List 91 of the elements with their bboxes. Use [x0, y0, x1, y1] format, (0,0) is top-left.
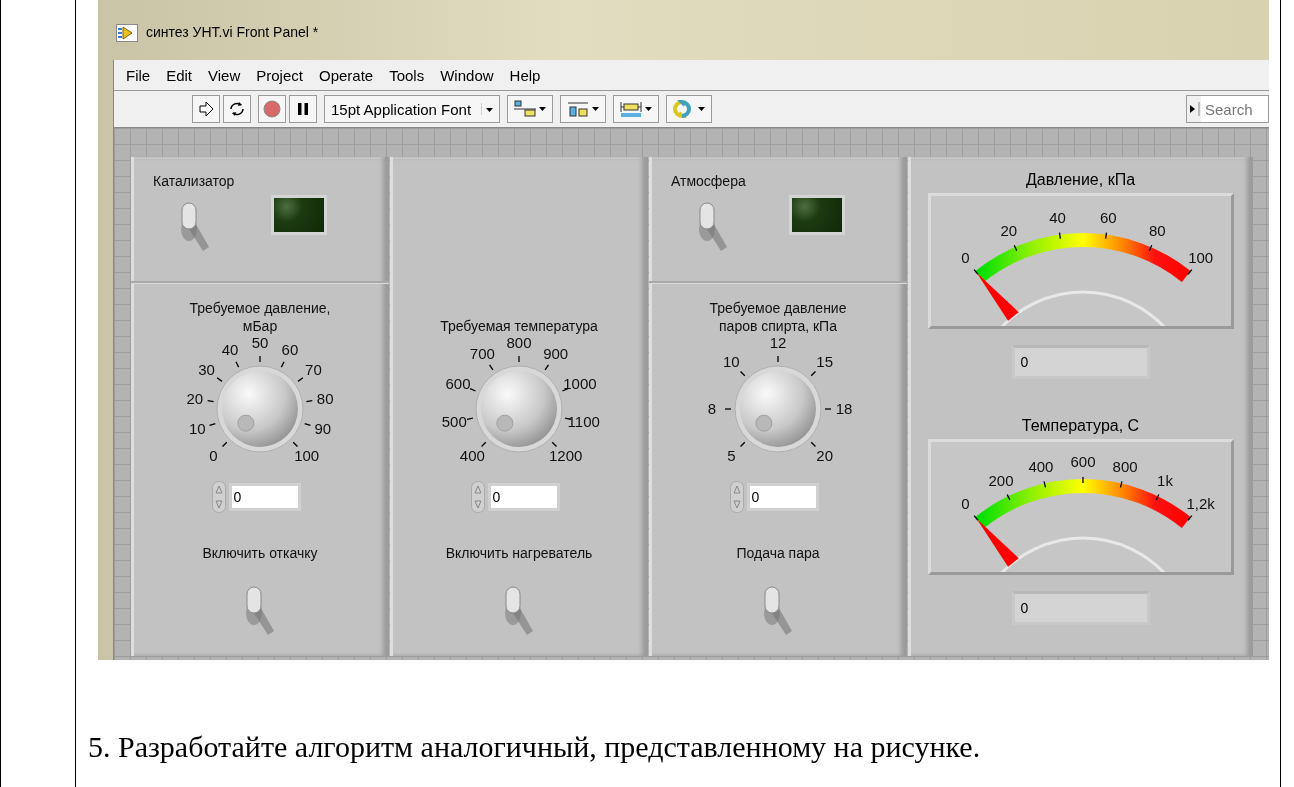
scale-label: 400 — [1027, 457, 1053, 475]
scale-label: 60 — [1099, 208, 1117, 226]
spinner-icon[interactable] — [211, 481, 226, 513]
arrow-icon — [198, 101, 214, 117]
number-field[interactable]: 0 — [746, 483, 819, 511]
dial-label: 50 — [251, 337, 269, 351]
dial-label: 20 — [186, 389, 204, 407]
dial-label: 30 — [198, 361, 215, 379]
scale-label: 0 — [960, 494, 969, 512]
dial-label: 70 — [305, 361, 322, 379]
align-icon — [513, 100, 548, 118]
control-label: Включить откачку — [202, 545, 318, 561]
stop-icon — [263, 100, 281, 118]
pause-icon — [297, 102, 309, 116]
gauge-needle — [976, 272, 1019, 321]
vi-icon — [116, 24, 138, 42]
dial-label: 0 — [209, 446, 218, 464]
resize-objects-button[interactable] — [613, 95, 660, 123]
dial-label: 600 — [445, 374, 471, 392]
menu-item[interactable]: File — [120, 66, 157, 84]
knob[interactable] — [216, 365, 304, 453]
dial-label: 1000 — [563, 374, 597, 392]
menu-item[interactable]: View — [202, 66, 247, 84]
dial-label: 900 — [543, 345, 569, 363]
run-continuously-button[interactable] — [223, 95, 251, 123]
dial-label: 15 — [816, 353, 833, 371]
run-button[interactable] — [192, 95, 220, 123]
scale-label: 100 — [1187, 248, 1213, 266]
dial-label: 10 — [188, 420, 206, 438]
control-label: Требуемая температура — [440, 317, 598, 335]
scale-label: 40 — [1048, 208, 1066, 226]
distribute-objects-button[interactable] — [560, 95, 607, 123]
gauge-needle — [976, 518, 1019, 567]
control-label: Атмосфера — [671, 173, 747, 189]
indicator-display: 0 — [1011, 591, 1150, 625]
resize-icon — [619, 100, 654, 118]
dial-label: 700 — [469, 345, 495, 363]
spinner-icon[interactable] — [729, 481, 744, 513]
scale-label: 80 — [1148, 222, 1166, 240]
dial-label: 1100 — [567, 412, 600, 430]
menu-item[interactable]: Tools — [383, 66, 431, 84]
dial-label: 40 — [221, 341, 239, 359]
dial-label: 800 — [506, 337, 532, 351]
scale-label: 600 — [1070, 453, 1095, 470]
reorder-button[interactable] — [666, 95, 713, 123]
scale-label: 800 — [1112, 457, 1138, 475]
knob[interactable] — [734, 365, 822, 453]
window-title: синтез УНТ.vi Front Panel * — [146, 24, 319, 40]
dial-label: 18 — [835, 400, 853, 417]
dial-label: 400 — [459, 446, 485, 464]
scale-label: 1,2k — [1186, 494, 1215, 512]
dial-label: 20 — [816, 446, 833, 464]
control-label: Требуемое давление, мБар — [189, 299, 331, 335]
cycle-arrows-icon — [672, 100, 707, 118]
distribute-icon — [566, 100, 601, 118]
dial-label: 10 — [723, 353, 740, 371]
dial-label: 1200 — [549, 446, 583, 464]
menu-item[interactable]: Project — [250, 66, 309, 84]
control-label: Требуемое давление паров спирта, кПа — [709, 299, 847, 335]
dial-label: 8 — [707, 400, 717, 417]
gauge-label: Давление, кПа — [1025, 171, 1136, 189]
dial-label: 12 — [769, 337, 787, 351]
menu-item[interactable]: Edit — [160, 66, 199, 84]
loop-arrows-icon — [228, 101, 246, 117]
pause-button[interactable] — [289, 95, 317, 123]
number-field[interactable]: 0 — [487, 483, 560, 511]
dial-label: 5 — [727, 446, 736, 464]
dial-label: 100 — [294, 446, 320, 464]
spinner-icon[interactable] — [470, 481, 485, 513]
menu-item[interactable]: Window — [434, 66, 500, 84]
dial-label: 80 — [316, 389, 334, 407]
knob[interactable] — [475, 365, 563, 453]
align-objects-button[interactable] — [507, 95, 554, 123]
scale-label: 20 — [999, 222, 1017, 240]
scale-label: 200 — [988, 471, 1014, 489]
gauge-label: Температура, С — [1021, 417, 1140, 435]
dial-label: 500 — [441, 412, 467, 430]
scale-label: 1k — [1156, 471, 1173, 489]
dial-label: 90 — [314, 420, 332, 438]
control-label: Включить нагреватель — [445, 545, 593, 561]
caret-icon — [481, 103, 496, 115]
task-text: 5. Разработайте алгоритм аналогичный, представленному на рисунке. — [88, 730, 982, 764]
dial-label: 60 — [281, 341, 299, 359]
font-dropdown[interactable]: 15pt Application Font — [324, 95, 501, 123]
indicator-display: 0 — [1011, 345, 1150, 379]
menu-item[interactable]: Help — [503, 66, 547, 84]
scale-label: 0 — [960, 248, 969, 266]
control-label: Подача пара — [736, 545, 820, 561]
number-field[interactable]: 0 — [228, 483, 301, 511]
control-label: Катализатор — [153, 173, 236, 189]
menu-item[interactable]: Operate — [312, 66, 380, 84]
